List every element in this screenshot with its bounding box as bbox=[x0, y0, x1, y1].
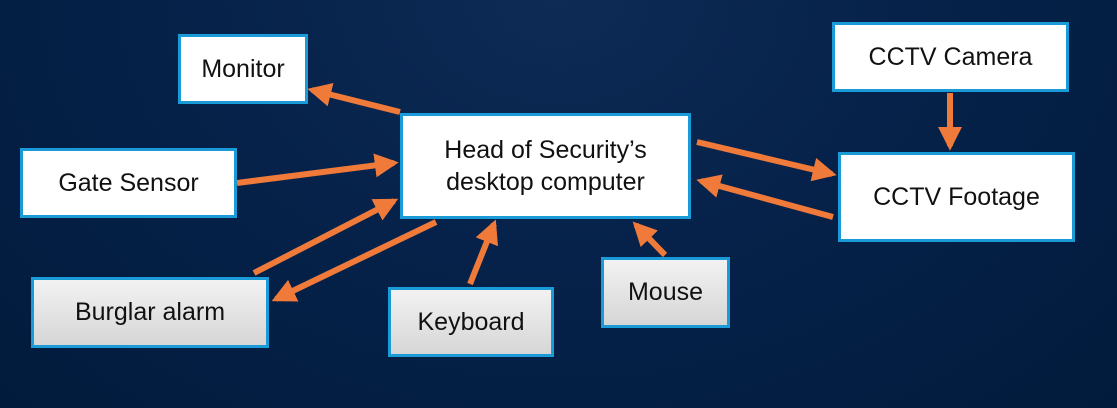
cctv-footage-node: CCTV Footage bbox=[838, 152, 1075, 242]
mouse-node: Mouse bbox=[601, 257, 730, 328]
mouse-label: Mouse bbox=[627, 278, 704, 307]
head-of-security-computer-node: Head of Security’s desktop computer bbox=[400, 113, 691, 219]
monitor-node: Monitor bbox=[178, 34, 308, 104]
arrow-keyboard-to-head bbox=[467, 219, 499, 286]
arrow-head-to-footage bbox=[696, 139, 837, 182]
arrow-head-to-monitor bbox=[307, 83, 401, 115]
arrow-footage-to-head bbox=[696, 174, 834, 220]
cctv-camera-label: CCTV Camera bbox=[868, 42, 1033, 71]
arrow-mouse-to-head bbox=[632, 221, 668, 258]
head-label-line2: desktop computer bbox=[446, 168, 645, 196]
arrow-burglar-to-head bbox=[252, 198, 399, 276]
gate-sensor-label: Gate Sensor bbox=[58, 168, 199, 197]
cctv-footage-label: CCTV Footage bbox=[873, 182, 1040, 211]
keyboard-node: Keyboard bbox=[388, 287, 554, 357]
arrow-gate-to-head bbox=[236, 153, 399, 186]
cctv-camera-node: CCTV Camera bbox=[832, 22, 1069, 92]
head-label-line1: Head of Security’s bbox=[444, 135, 647, 164]
burglar-alarm-label: Burglar alarm bbox=[74, 298, 226, 327]
gate-sensor-node: Gate Sensor bbox=[20, 148, 237, 218]
keyboard-label: Keyboard bbox=[417, 307, 525, 336]
burglar-alarm-node: Burglar alarm bbox=[31, 277, 269, 348]
monitor-label: Monitor bbox=[201, 54, 285, 83]
